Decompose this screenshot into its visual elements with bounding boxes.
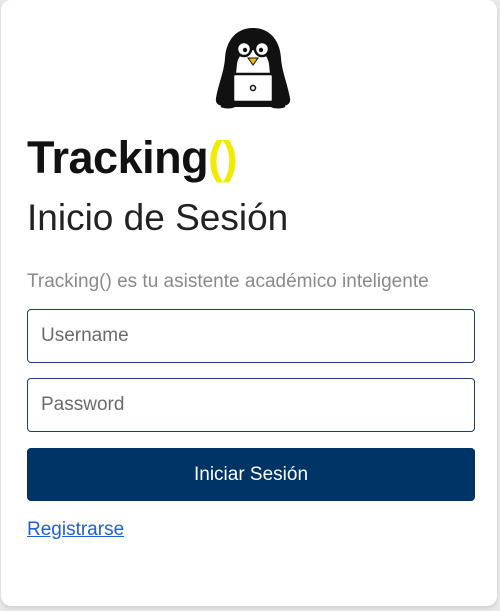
subtitle: Tracking() es tu asistente académico int… [27, 271, 429, 292]
register-link[interactable]: Registrarse [27, 518, 124, 542]
brand-name: Tracking() [27, 132, 238, 184]
brand-text: Tracking [27, 132, 209, 183]
page-title: Inicio de Sesión [27, 197, 289, 238]
password-input[interactable] [27, 378, 475, 432]
penguin-logo-icon [211, 24, 295, 110]
brand-parens: () [208, 132, 238, 183]
login-button[interactable]: Iniciar Sesión [27, 448, 475, 501]
login-card: Tracking() Inicio de Sesión Tracking() e… [1, 0, 497, 606]
username-input[interactable] [27, 309, 475, 363]
